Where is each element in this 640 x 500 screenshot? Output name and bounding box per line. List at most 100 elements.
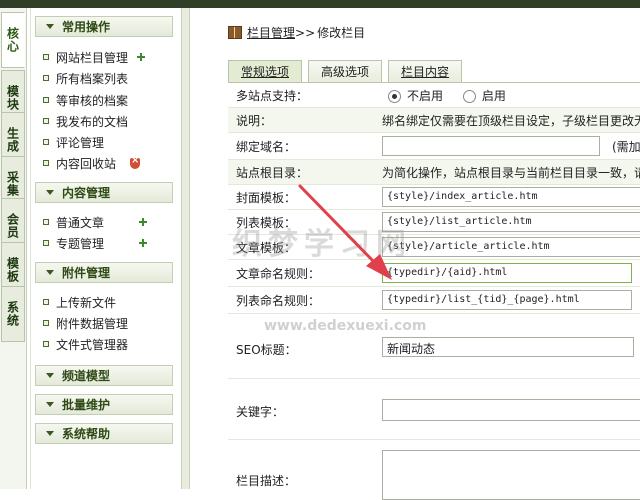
list-rule-input[interactable]: {typedir}/list_{tid}_{page}.html xyxy=(382,290,632,310)
row-keywords: 关键字： xyxy=(228,379,640,440)
bullet-icon xyxy=(43,139,49,145)
note-label: 说明： xyxy=(236,113,273,128)
add-icon[interactable] xyxy=(138,217,148,227)
menu-item-label: 评论管理 xyxy=(56,135,105,150)
menu-item-column-manage[interactable]: 网站栏目管理 xyxy=(43,48,146,66)
seo-title-label: SEO标题： xyxy=(236,343,297,357)
article-rule-input[interactable]: {typedir}/{aid}.html xyxy=(382,263,632,283)
menu-item-my-docs[interactable]: 我发布的文档 xyxy=(43,112,128,130)
bullet-icon xyxy=(43,97,49,103)
menu-section-title: 常用操作 xyxy=(62,20,111,34)
menu-item-pending[interactable]: 等审核的档案 xyxy=(43,91,128,109)
chevron-down-icon xyxy=(46,373,54,378)
menu-section-content[interactable]: 内容管理 xyxy=(35,182,173,203)
menu-item-label: 上传新文件 xyxy=(56,295,117,310)
menu-section-title: 批量维护 xyxy=(62,398,111,412)
menu-section-channel[interactable]: 频道模型 xyxy=(35,365,173,386)
bind-domain-input[interactable] xyxy=(382,136,600,156)
breadcrumb-link[interactable]: 栏目管理 xyxy=(247,24,295,41)
list-template-label: 列表模板： xyxy=(236,215,297,230)
chevron-down-icon xyxy=(46,190,54,195)
bullet-icon xyxy=(43,160,49,166)
description-textarea[interactable] xyxy=(382,450,640,500)
list-rule-label: 列表命名规则： xyxy=(236,293,321,308)
menu-section-title: 附件管理 xyxy=(62,266,111,280)
tab-general[interactable]: 常规选项 xyxy=(228,60,303,82)
tab-advanced[interactable]: 高级选项 xyxy=(308,60,383,82)
menu-item-comments[interactable]: 评论管理 xyxy=(43,133,104,151)
menu-item-upload[interactable]: 上传新文件 xyxy=(43,293,116,311)
breadcrumb-separator: >> xyxy=(295,25,316,40)
row-bind-domain: 绑定域名： (需加 xyxy=(228,133,640,160)
bullet-icon xyxy=(43,320,49,326)
menu-item-label: 我发布的文档 xyxy=(56,114,129,129)
multisite-off-radio[interactable] xyxy=(388,89,401,103)
seo-title-input[interactable]: 新闻动态 xyxy=(382,337,634,357)
index-template-input[interactable]: {style}/index_article.htm xyxy=(382,187,640,207)
bullet-icon xyxy=(43,240,49,246)
menu-item-label: 等审核的档案 xyxy=(56,93,129,108)
vtab-core[interactable]: 核心 xyxy=(1,12,25,68)
chevron-down-icon xyxy=(46,24,54,29)
chevron-down-icon xyxy=(46,270,54,275)
multisite-label: 多站点支持： xyxy=(236,88,309,103)
index-template-label: 封面模板： xyxy=(236,190,297,205)
vtab-system[interactable]: 系统 xyxy=(1,286,25,342)
row-multisite: 多站点支持： 不启用 启用 xyxy=(228,83,640,108)
top-bar xyxy=(0,0,640,8)
row-list-template: 列表模板： {style}/list_article.htm xyxy=(228,210,640,235)
site-root-label: 站点根目录： xyxy=(236,165,309,180)
menu-item-recycle[interactable]: 内容回收站 xyxy=(43,154,141,172)
menu-section-help[interactable]: 系统帮助 xyxy=(35,423,173,444)
breadcrumb-current: 修改栏目 xyxy=(317,26,366,40)
menu-item-file-manager[interactable]: 文件式管理器 xyxy=(43,335,128,353)
sidebar-menu: 常用操作 网站栏目管理 所有档案列表 等审核的档案 我发布的文档 评论管理 内容… xyxy=(30,8,181,489)
multisite-on-radio[interactable] xyxy=(462,89,476,103)
chevron-down-icon xyxy=(46,431,54,436)
edit-column-form: 多站点支持： 不启用 启用 说明： 绑名绑定仅需要在顶级栏目设定，子级栏目更改无… xyxy=(228,82,640,500)
article-template-label: 文章模板： xyxy=(236,240,297,255)
menu-item-label: 网站栏目管理 xyxy=(56,50,129,65)
row-article-naming-rule: 文章命名规则： {typedir}/{aid}.html xyxy=(228,260,640,287)
bullet-icon xyxy=(43,299,49,305)
article-template-input[interactable]: {style}/article_article.htm xyxy=(382,237,640,257)
menu-section-batch[interactable]: 批量维护 xyxy=(35,394,173,415)
bullet-icon xyxy=(43,54,49,60)
row-site-root: 站点根目录： 为简化操作，站点根目录与当前栏目目录一致，请注 xyxy=(228,160,640,185)
note-text: 绑名绑定仅需要在顶级栏目设定，子级栏目更改无效 xyxy=(382,113,640,128)
row-note: 说明： 绑名绑定仅需要在顶级栏目设定，子级栏目更改无效 xyxy=(228,108,640,133)
menu-section-common[interactable]: 常用操作 xyxy=(35,16,173,37)
row-seo-title: SEO标题： 新闻动态 xyxy=(228,314,640,379)
site-root-text: 为简化操作，站点根目录与当前栏目目录一致，请注 xyxy=(382,165,640,180)
bind-domain-label: 绑定域名： xyxy=(236,139,297,154)
menu-item-label: 专题管理 xyxy=(56,236,105,251)
row-article-template: 文章模板： {style}/article_article.htm xyxy=(228,235,640,260)
bullet-icon xyxy=(43,219,49,225)
menu-item-label: 内容回收站 xyxy=(56,156,117,171)
list-template-input[interactable]: {style}/list_article.htm xyxy=(382,212,640,232)
menu-item-attach-data[interactable]: 附件数据管理 xyxy=(43,314,128,332)
breadcrumb: 栏目管理 >> 修改栏目 xyxy=(228,24,365,41)
add-icon[interactable] xyxy=(138,238,148,248)
bullet-icon xyxy=(43,118,49,124)
vertical-nav: 核心 模块 生成 采集 会员 模板 系统 xyxy=(0,8,27,489)
menu-item-all-archives[interactable]: 所有档案列表 xyxy=(43,69,128,87)
description-label: 栏目描述： xyxy=(236,474,297,488)
row-description: 栏目描述： xyxy=(228,440,640,500)
bind-domain-hint: (需加 xyxy=(612,139,640,154)
keywords-label: 关键字： xyxy=(236,405,285,419)
menu-section-attachment[interactable]: 附件管理 xyxy=(35,262,173,283)
delete-shield-icon[interactable] xyxy=(130,155,141,169)
tab-bar: 常规选项 高级选项 栏目内容 xyxy=(228,60,468,82)
menu-section-title: 内容管理 xyxy=(62,186,111,200)
menu-section-title: 系统帮助 xyxy=(62,427,111,441)
bullet-icon xyxy=(43,341,49,347)
frame-splitter[interactable] xyxy=(181,8,190,489)
tab-column-content[interactable]: 栏目内容 xyxy=(388,60,463,82)
menu-item-article[interactable]: 普通文章 xyxy=(43,213,148,231)
add-icon[interactable] xyxy=(136,52,146,62)
chevron-down-icon xyxy=(46,402,54,407)
menu-item-topic[interactable]: 专题管理 xyxy=(43,234,148,252)
menu-item-label: 文件式管理器 xyxy=(56,337,129,352)
keywords-input[interactable] xyxy=(382,399,640,421)
